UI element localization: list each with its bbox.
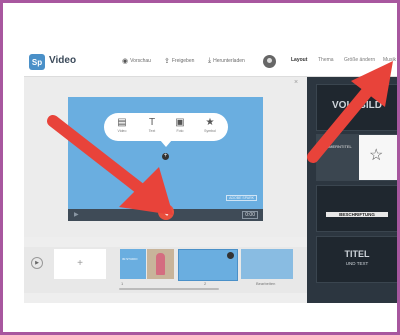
slide-thumbnail-3[interactable] xyxy=(241,249,293,279)
close-icon[interactable]: × xyxy=(294,79,298,86)
photo-person xyxy=(156,253,165,275)
share-label: Freigeben xyxy=(171,58,195,64)
download-icon: ⤓ xyxy=(208,57,212,64)
add-slide-button[interactable]: + xyxy=(54,249,106,279)
pointer-arrow-to-mic xyxy=(47,115,173,215)
slide-number: 1 xyxy=(121,281,124,286)
logo-icon: Sp xyxy=(29,54,45,70)
download-button[interactable]: ⤓ Herunterladen xyxy=(208,57,245,65)
preview-button[interactable]: ◉ Vorschau xyxy=(122,57,151,65)
slide-thumbnail-1a[interactable]: IM STUDIO xyxy=(120,249,146,279)
slide-thumbnail-1b[interactable] xyxy=(147,249,174,279)
watermark-badge: ADOBE SPARK xyxy=(226,195,257,201)
timecode: 0:00 xyxy=(242,211,258,219)
app-title: Video xyxy=(49,55,77,66)
avatar[interactable] xyxy=(263,55,276,68)
layout-caption[interactable]: BESCHRIFTUNG xyxy=(316,185,397,232)
slide-number: 2 xyxy=(204,281,207,286)
slide-edit-label: Bearbeiten xyxy=(256,281,276,286)
timeline-play-button[interactable]: ▶ xyxy=(31,257,43,269)
slide-thumbnail-2[interactable] xyxy=(178,249,238,281)
slide-timeline: ▶ + IM STUDIO 1 2 Bearbeiten xyxy=(24,247,307,293)
star-icon: ★ xyxy=(205,117,215,128)
thumb-text: IM STUDIO xyxy=(122,257,138,261)
screenshot-frame: Sp Video ◉ Vorschau ⇪ Freigeben ⤓ Herunt… xyxy=(0,0,400,335)
slide-menu-icon[interactable] xyxy=(227,252,234,259)
timeline-scrollbar[interactable] xyxy=(119,288,219,290)
eye-icon: ◉ xyxy=(122,58,129,65)
share-icon: ⇪ xyxy=(164,58,170,65)
option-symbol[interactable]: ★ Symbol xyxy=(198,117,222,133)
share-button[interactable]: ⇪ Freigeben xyxy=(164,57,194,65)
pointer-arrow-to-music-tab xyxy=(307,61,393,163)
download-label: Herunterladen xyxy=(213,58,245,64)
preview-label: Vorschau xyxy=(130,58,151,64)
layout-title-text[interactable]: TITEL UND TEXT xyxy=(316,236,397,283)
